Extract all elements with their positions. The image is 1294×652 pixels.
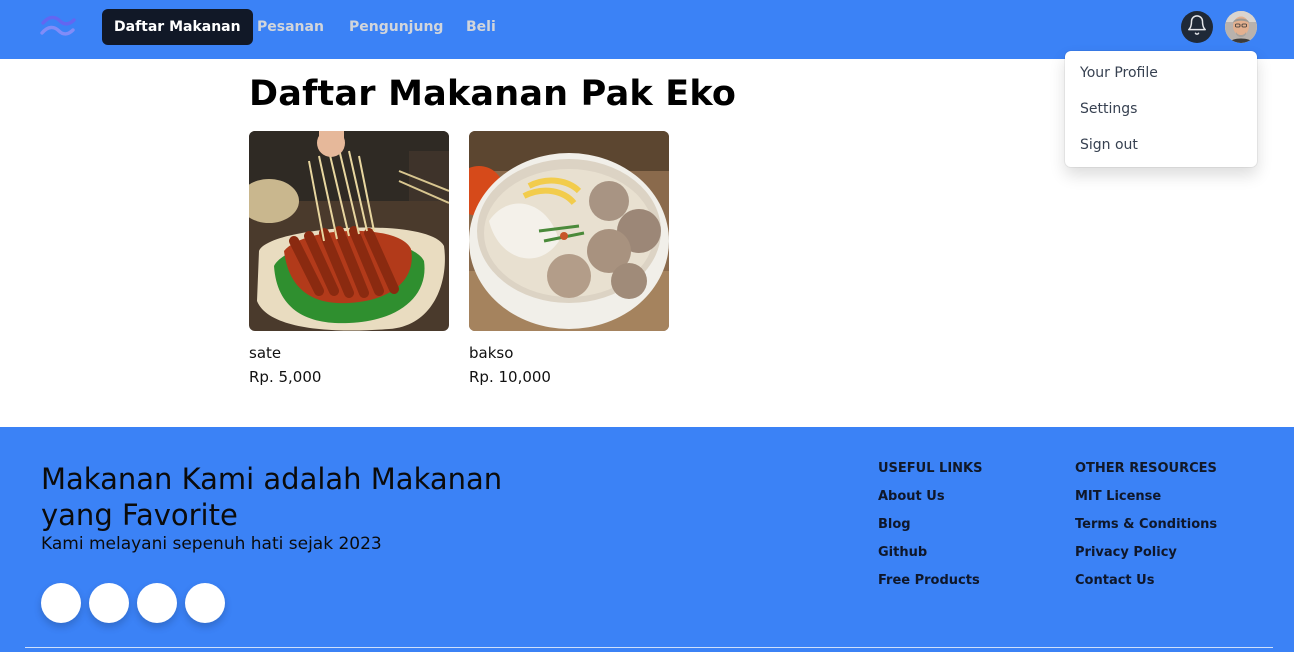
user-avatar-button[interactable] [1225, 11, 1257, 43]
profile-dropdown-menu: Your Profile Settings Sign out [1065, 51, 1257, 167]
food-name: bakso [469, 344, 514, 362]
link-free-products[interactable]: Free Products [878, 573, 982, 589]
avatar [1225, 11, 1257, 43]
sate-image[interactable] [249, 131, 449, 331]
link-privacy-policy[interactable]: Privacy Policy [1075, 545, 1217, 561]
menu-item-your-profile[interactable]: Your Profile [1065, 55, 1257, 91]
nav-pengunjung[interactable]: Pengunjung [337, 9, 455, 45]
other-resources-heading: OTHER RESOURCES [1075, 461, 1217, 476]
link-terms-conditions[interactable]: Terms & Conditions [1075, 517, 1217, 533]
social-button-1[interactable] [41, 583, 81, 623]
footer-divider [25, 647, 1273, 648]
food-name: sate [249, 344, 282, 362]
tailwind-logo-icon[interactable] [40, 14, 76, 40]
link-about-us[interactable]: About Us [878, 489, 982, 505]
social-button-4[interactable] [185, 583, 225, 623]
bakso-image[interactable] [469, 131, 669, 331]
menu-item-sign-out[interactable]: Sign out [1065, 127, 1257, 163]
food-card-sate[interactable]: sate Rp. 5,000 [249, 131, 449, 387]
social-button-2[interactable] [89, 583, 129, 623]
useful-links-heading: USEFUL LINKS [878, 461, 983, 476]
link-github[interactable]: Github [878, 545, 982, 561]
page-title: Daftar Makanan Pak Eko [249, 74, 737, 114]
nav-daftar-makanan[interactable]: Daftar Makanan [102, 9, 253, 45]
nav-pesanan[interactable]: Pesanan [245, 9, 336, 45]
bell-icon [1186, 14, 1208, 40]
social-button-3[interactable] [137, 583, 177, 623]
notifications-button[interactable] [1181, 11, 1213, 43]
food-price: Rp. 10,000 [469, 368, 551, 386]
other-resources-column: OTHER RESOURCES MIT License Terms & Cond… [1075, 461, 1217, 601]
food-card-bakso[interactable]: bakso Rp. 10,000 [469, 131, 669, 387]
link-mit-license[interactable]: MIT License [1075, 489, 1217, 505]
footer-subtitle: Kami melayani sepenuh hati sejak 2023 [41, 534, 382, 554]
footer-title: Makanan Kami adalah Makanan yang Favorit… [41, 462, 503, 532]
footer: Makanan Kami adalah Makanan yang Favorit… [0, 427, 1294, 652]
menu-item-settings[interactable]: Settings [1065, 91, 1257, 127]
link-contact-us[interactable]: Contact Us [1075, 573, 1217, 589]
nav-beli[interactable]: Beli [454, 9, 508, 45]
link-blog[interactable]: Blog [878, 517, 982, 533]
food-price: Rp. 5,000 [249, 368, 322, 386]
useful-links-column: USEFUL LINKS About Us Blog Github Free P… [878, 461, 982, 601]
